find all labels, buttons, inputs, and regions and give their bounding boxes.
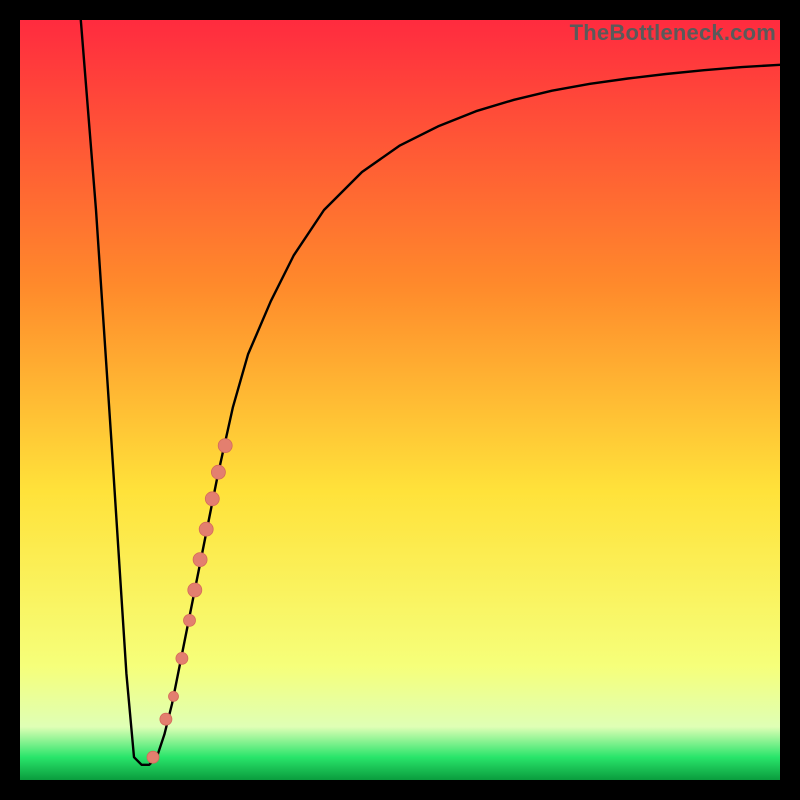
data-marker [199,522,213,536]
bottleneck-chart [20,20,780,780]
data-marker [205,492,219,506]
gradient-background [20,20,780,780]
data-marker [218,439,232,453]
chart-frame: TheBottleneck.com [0,0,800,800]
data-marker [193,553,207,567]
data-marker [211,465,225,479]
data-marker [147,751,159,763]
plot-area: TheBottleneck.com [20,20,780,780]
data-marker [176,652,188,664]
data-marker [184,614,196,626]
data-marker [169,691,179,701]
data-marker [160,713,172,725]
data-marker [188,583,202,597]
